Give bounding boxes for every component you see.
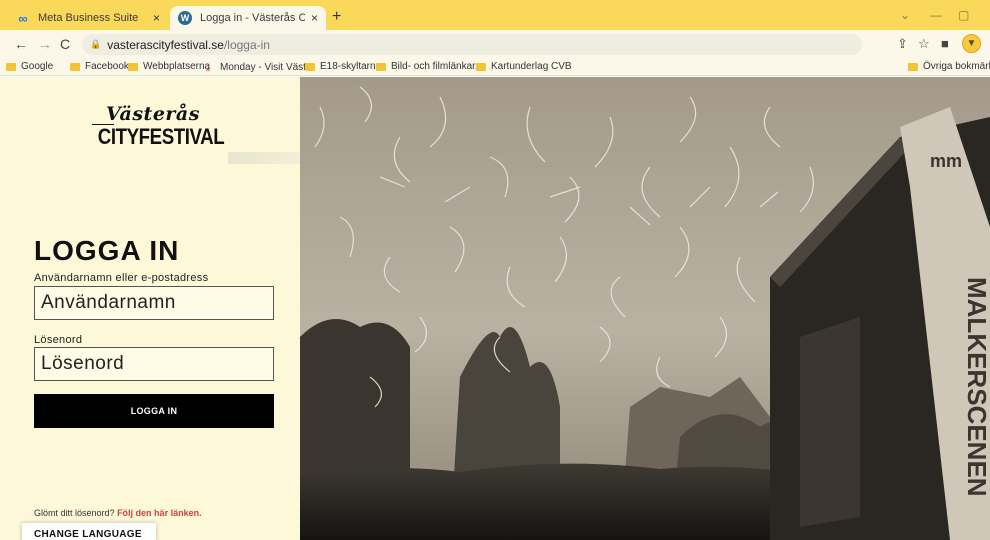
username-input[interactable] xyxy=(34,286,274,320)
lock-icon: 🔒 xyxy=(90,39,102,49)
address-bar-row: ← → C 🔒 vasterascityfestival.se/logga-in… xyxy=(0,30,990,58)
bookmark-e18-skyltarna[interactable]: E18-skyltarna xyxy=(305,61,381,72)
share-icon[interactable]: ⇪ xyxy=(897,36,908,52)
stage-banner-text: MALKERSCENEN xyxy=(962,277,990,497)
tab-title: Meta Business Suite xyxy=(38,12,139,24)
password-label: Lösenord xyxy=(34,334,83,346)
password-input[interactable] xyxy=(34,347,274,381)
folder-icon xyxy=(70,62,80,71)
folder-icon xyxy=(376,62,386,71)
forgot-password-link[interactable]: Följ den här länken. xyxy=(117,508,202,518)
meta-icon: ∞ xyxy=(18,10,28,26)
minimize-icon[interactable]: — xyxy=(930,8,942,22)
page-title: LOGGA IN xyxy=(34,235,180,266)
site-logo[interactable]: Västerås CITYFESTIVAL xyxy=(88,103,225,154)
forward-arrow-icon[interactable]: → xyxy=(38,36,52,52)
sidepanel-icon[interactable]: ■ xyxy=(941,36,949,51)
forgot-password-text: Glömt ditt lösenord? xyxy=(34,508,115,518)
bookmark-facebook[interactable]: Facebook xyxy=(70,61,129,72)
url-host: vasterascityfestival.se xyxy=(107,37,224,52)
bookmark-star-icon[interactable]: ☆ xyxy=(918,36,930,52)
new-tab-button[interactable]: + xyxy=(332,8,341,26)
folder-icon xyxy=(908,62,918,71)
browser-tab-strip: ∞ Meta Business Suite × W Logga in - Väs… xyxy=(0,0,990,30)
tab-title: Logga in - Västerås Cityfestival xyxy=(200,12,305,24)
tab-meta-business-suite[interactable]: ∞ Meta Business Suite × xyxy=(8,6,168,30)
back-arrow-icon[interactable]: ← xyxy=(14,36,28,52)
login-panel: Västerås CITYFESTIVAL LOGGA IN Användarn… xyxy=(0,77,300,540)
bookmark-monday[interactable]: ៱ Monday - Visit Väst... xyxy=(206,61,314,74)
folder-icon xyxy=(128,62,138,71)
bookmark-kartunderlag-cvb[interactable]: Kartunderlag CVB xyxy=(476,61,572,72)
profile-avatar-icon[interactable]: ▼ xyxy=(962,34,981,53)
folder-icon xyxy=(476,62,486,71)
bookmark-webbplatserna[interactable]: Webbplatserna xyxy=(128,61,210,72)
monday-icon: ៱ xyxy=(206,63,210,73)
login-button[interactable]: LOGGA IN xyxy=(34,394,274,428)
bookmark-google[interactable]: Google xyxy=(6,61,53,72)
folder-icon xyxy=(6,62,16,71)
hero-photo: mm MALKERSCENEN xyxy=(300,77,990,540)
logo-main-text: CITYFESTIVAL xyxy=(97,124,225,149)
maximize-icon[interactable]: ▢ xyxy=(958,8,969,22)
reload-icon[interactable]: C xyxy=(60,36,70,52)
close-tab-icon[interactable]: × xyxy=(153,11,160,25)
bookmarks-bar: Google Facebook Webbplatserna ៱ Monday - … xyxy=(0,58,990,76)
folder-icon xyxy=(305,62,315,71)
concert-illustration: mm MALKERSCENEN xyxy=(300,77,990,540)
close-tab-icon[interactable]: × xyxy=(311,11,318,25)
username-label: Användarnamn eller e-postadress xyxy=(34,272,209,284)
change-language-button[interactable]: CHANGE LANGUAGE xyxy=(22,523,156,540)
forgot-password: Glömt ditt lösenord? Följ den här länken… xyxy=(34,508,202,518)
url-path: /logga-in xyxy=(223,37,270,52)
url-field[interactable]: 🔒 vasterascityfestival.se/logga-in xyxy=(82,34,862,55)
bookmark-bild-och-filmlankar[interactable]: Bild- och filmlänkar... xyxy=(376,61,483,72)
tab-logga-in[interactable]: W Logga in - Västerås Cityfestival × xyxy=(170,6,326,30)
logo-script-text: Västerås xyxy=(106,103,200,125)
wordpress-icon: W xyxy=(178,11,192,25)
page-content: Västerås CITYFESTIVAL LOGGA IN Användarn… xyxy=(0,77,990,540)
stage-logo-text: mm xyxy=(930,151,962,171)
bookmark-ovriga[interactable]: Övriga bokmärken xyxy=(908,61,990,72)
chevron-down-icon[interactable]: ⌄ xyxy=(900,8,910,22)
